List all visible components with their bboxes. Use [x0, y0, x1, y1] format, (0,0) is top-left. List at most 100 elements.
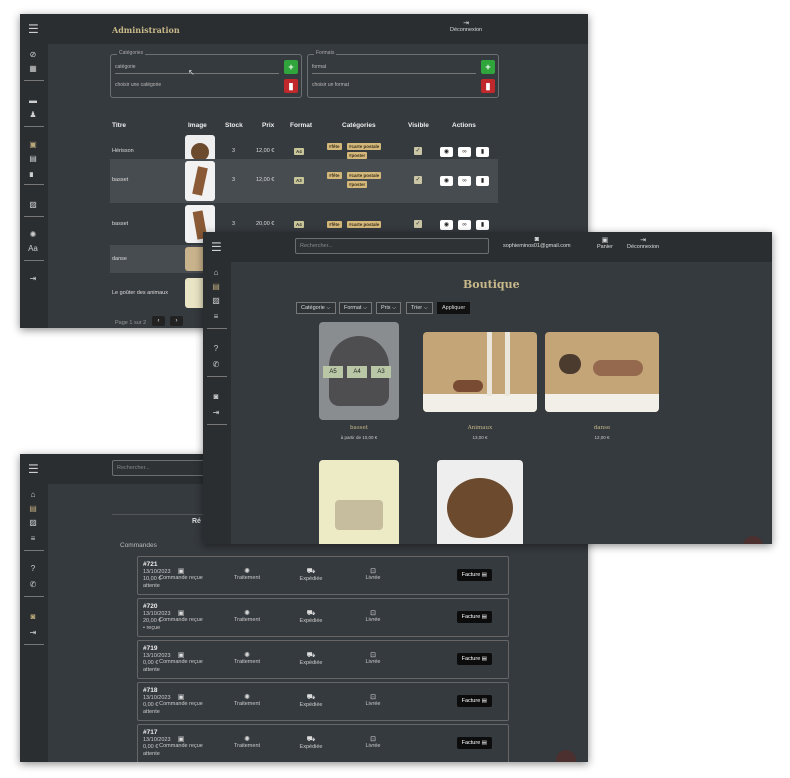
order-step: ⊡ Livrée [343, 735, 403, 749]
format-option[interactable]: A3 [371, 366, 391, 378]
order-step-label: Livrée [365, 701, 381, 707]
image-icon[interactable]: ▨ [26, 200, 40, 210]
logout-icon[interactable]: ⇥ [26, 628, 40, 638]
visible-checkbox[interactable]: ✓ [414, 176, 422, 184]
help-icon[interactable]: ? [209, 344, 223, 354]
category-input[interactable]: catégorie [115, 64, 136, 70]
file-icon: ▤ [481, 740, 487, 746]
list-icon[interactable]: ≡ [26, 534, 40, 544]
menu-icon[interactable]: ☰ [28, 462, 39, 476]
product-card-image[interactable] [437, 460, 523, 544]
list-icon[interactable]: ≡ [209, 312, 223, 322]
link-icon[interactable]: ∞ [458, 220, 471, 230]
product-title[interactable]: danse [545, 425, 659, 431]
truck-icon: ⛟ [306, 652, 316, 659]
dashboard-icon[interactable]: ⊘ [26, 50, 40, 60]
settings-icon[interactable]: ✺ [26, 230, 40, 240]
image-icon[interactable]: ▨ [26, 518, 40, 528]
product-card-image[interactable] [319, 460, 399, 544]
orders-sidebar: ⌂ ▤ ▨ ≡ ? ✆ ◙ ⇥ [20, 484, 48, 762]
box-icon[interactable]: ▤ [209, 282, 223, 292]
font-icon[interactable]: Aa [26, 244, 40, 254]
product-title[interactable]: Animaux [423, 425, 537, 431]
chart-icon[interactable]: ▖ [26, 168, 40, 178]
invoice-button[interactable]: Facture ▤ [456, 569, 492, 581]
home-icon[interactable]: ⌂ [209, 268, 223, 278]
invoice-button[interactable]: Facture ▤ [456, 611, 492, 623]
add-format-button[interactable]: + [481, 60, 495, 74]
eye-icon[interactable]: ◉ [440, 147, 453, 157]
product-title[interactable]: basset [319, 425, 399, 431]
user-icon[interactable]: ◙ [209, 392, 223, 402]
sidebar-divider [207, 328, 227, 329]
format-option[interactable]: A5 [323, 366, 343, 378]
format-select[interactable]: choisir un format [312, 82, 349, 88]
logout-icon[interactable]: ⇥ [26, 274, 40, 284]
box-icon: ⊡ [370, 652, 376, 659]
shop-logout-button[interactable]: ⇥ Déconnexion [627, 236, 659, 250]
admin-logout-button[interactable]: ⇥ Déconnexion [450, 19, 482, 33]
visible-checkbox[interactable]: ✓ [414, 220, 422, 228]
cart-button[interactable]: ▣ Panier [597, 236, 613, 250]
invoice-button[interactable]: Facture ▤ [456, 737, 492, 749]
delete-format-button[interactable]: ▮ [481, 79, 495, 93]
trash-icon[interactable]: ▮ [476, 220, 489, 230]
col-title: Titre [112, 122, 126, 129]
chat-button[interactable] [743, 536, 763, 544]
trash-icon[interactable]: ▮ [476, 147, 489, 157]
archive-icon[interactable]: ▤ [26, 154, 40, 164]
row-price: 12,00 € [256, 177, 275, 183]
image-icon[interactable]: ▨ [209, 296, 223, 306]
phone-icon[interactable]: ✆ [209, 360, 223, 370]
user-icon[interactable]: ◙ [26, 612, 40, 622]
order-step-label: Traitement [233, 575, 261, 581]
account-button[interactable]: ◙ sophieminos01@gmail.com [503, 236, 571, 249]
trash-icon[interactable]: ▮ [476, 176, 489, 186]
product-card-image[interactable]: A5 A4 A3 [319, 322, 399, 420]
chat-button[interactable] [556, 750, 576, 762]
sidebar-divider [24, 126, 44, 127]
menu-icon[interactable]: ☰ [28, 22, 39, 36]
format-input[interactable]: format [312, 64, 326, 70]
category-badge: #fête [327, 143, 342, 150]
grid-icon[interactable]: ▦ [26, 64, 40, 74]
format-filter[interactable]: Format ⌵ [339, 302, 373, 314]
link-icon[interactable]: ∞ [458, 147, 471, 157]
category-select[interactable]: choisir une catégorie [115, 82, 161, 88]
invoice-button[interactable]: Facture ▤ [456, 653, 492, 665]
format-input-underline [312, 73, 476, 74]
admin-title: Administration [112, 25, 180, 35]
shop-search-input[interactable]: Rechercher... [295, 238, 489, 254]
invoice-label: Facture [461, 740, 481, 746]
users-icon[interactable]: ♟ [26, 110, 40, 120]
box-icon[interactable]: ▤ [26, 504, 40, 514]
chevron-down-icon: ⌵ [362, 305, 368, 311]
help-icon[interactable]: ? [26, 564, 40, 574]
logout-icon[interactable]: ⇥ [209, 408, 223, 418]
category-filter[interactable]: Catégorie ⌵ [296, 302, 336, 314]
sort-filter[interactable]: Trier ⌵ [406, 302, 433, 314]
eye-icon[interactable]: ◉ [440, 176, 453, 186]
add-category-button[interactable]: + [284, 60, 298, 74]
link-icon[interactable]: ∞ [458, 176, 471, 186]
product-card-image[interactable] [423, 332, 537, 412]
apply-filters-button[interactable]: Appliquer [437, 302, 471, 314]
invoice-button[interactable]: Facture ▤ [456, 695, 492, 707]
box-icon[interactable]: ▬ [26, 96, 40, 106]
truck-icon: ⛟ [306, 568, 316, 575]
order-status: attente [143, 709, 160, 715]
next-page-button[interactable]: › [170, 316, 183, 326]
phone-icon[interactable]: ✆ [26, 580, 40, 590]
menu-icon[interactable]: ☰ [211, 240, 222, 254]
format-option[interactable]: A4 [347, 366, 367, 378]
cart-icon[interactable]: ▣ [26, 140, 40, 150]
prev-page-button[interactable]: ‹ [152, 316, 165, 326]
price-filter[interactable]: Prix ⌵ [376, 302, 402, 314]
eye-icon[interactable]: ◉ [440, 220, 453, 230]
mouse-cursor: ↖ [188, 68, 195, 77]
home-icon[interactable]: ⌂ [26, 490, 40, 500]
product-card-image[interactable] [545, 332, 659, 412]
orders-search-input[interactable]: Rechercher... [112, 460, 208, 476]
delete-category-button[interactable]: ▮ [284, 79, 298, 93]
visible-checkbox[interactable]: ✓ [414, 147, 422, 155]
